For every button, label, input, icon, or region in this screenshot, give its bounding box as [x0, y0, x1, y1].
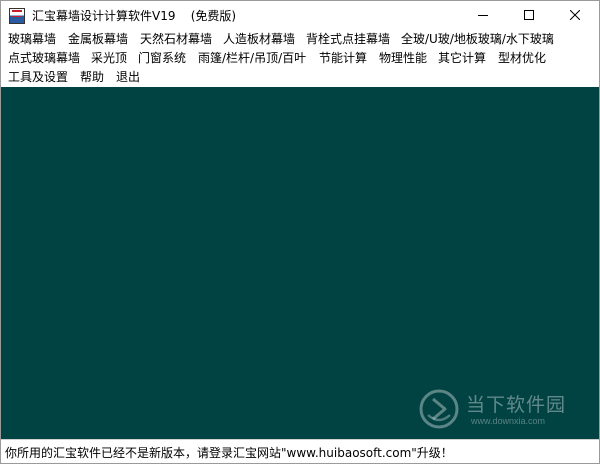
menu-natural-stone-curtain-wall[interactable]: 天然石材幕墙 — [137, 30, 215, 49]
app-window: 汇宝幕墙设计计算软件V19 (免费版) 玻璃幕墙 金属板幕墙 天然石材幕墙 人造… — [0, 0, 600, 464]
menu-exit[interactable]: 退出 — [113, 68, 143, 87]
status-bar: 你所用的汇宝软件已经不是新版本，请登录汇宝网站"www.huibaosoft.c… — [1, 439, 599, 463]
menu-physical-performance[interactable]: 物理性能 — [376, 49, 430, 68]
close-icon — [570, 10, 580, 20]
title-bar[interactable]: 汇宝幕墙设计计算软件V19 (免费版) — [1, 1, 599, 30]
minimize-button[interactable] — [460, 1, 506, 30]
menu-tools-settings[interactable]: 工具及设置 — [5, 68, 71, 87]
status-message: 你所用的汇宝软件已经不是新版本，请登录汇宝网站"www.huibaosoft.c… — [5, 446, 453, 460]
menu-canopy-railing-ceiling-louver[interactable]: 雨篷/栏杆/吊顶/百叶 — [195, 49, 309, 68]
app-logo-icon[interactable] — [9, 8, 25, 24]
maximize-button[interactable] — [506, 1, 552, 30]
menu-bar: 玻璃幕墙 金属板幕墙 天然石材幕墙 人造板材幕墙 背栓式点挂幕墙 全玻/U玻/地… — [1, 30, 599, 87]
maximize-icon — [524, 10, 534, 20]
downxia-logo-icon — [419, 389, 459, 429]
close-button[interactable] — [552, 1, 598, 30]
menu-glass-curtain-wall[interactable]: 玻璃幕墙 — [5, 30, 59, 49]
menu-back-bolt-curtain-wall[interactable]: 背栓式点挂幕墙 — [303, 30, 393, 49]
menu-door-window-system[interactable]: 门窗系统 — [135, 49, 189, 68]
main-workspace[interactable]: 当下软件园 www.downxia.com — [1, 87, 599, 439]
minimize-icon — [478, 15, 488, 16]
menu-profile-optimization[interactable]: 型材优化 — [495, 49, 549, 68]
menu-help[interactable]: 帮助 — [77, 68, 107, 87]
menu-metal-panel-curtain-wall[interactable]: 金属板幕墙 — [65, 30, 131, 49]
watermark-url: www.downxia.com — [471, 416, 546, 426]
window-title: 汇宝幕墙设计计算软件V19 (免费版) — [32, 9, 237, 23]
menu-skylight[interactable]: 采光顶 — [88, 49, 130, 68]
watermark: 当下软件园 www.downxia.com — [419, 389, 589, 429]
menu-full-glass-u-glass[interactable]: 全玻/U玻/地板玻璃/水下玻璃 — [398, 30, 557, 49]
menu-artificial-panel-curtain-wall[interactable]: 人造板材幕墙 — [220, 30, 298, 49]
menu-other-calculations[interactable]: 其它计算 — [435, 49, 489, 68]
menu-energy-calculation[interactable]: 节能计算 — [316, 49, 370, 68]
menu-point-glass-curtain-wall[interactable]: 点式玻璃幕墙 — [5, 49, 83, 68]
watermark-title: 当下软件园 — [466, 394, 567, 416]
